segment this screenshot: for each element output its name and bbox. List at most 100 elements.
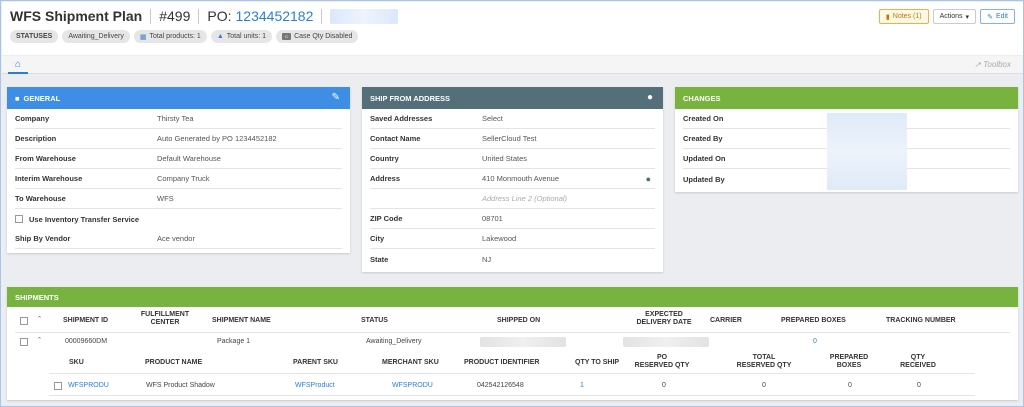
case-qty-badge: C Case Qty Disabled xyxy=(276,30,359,43)
col-sku: SKU xyxy=(69,359,84,366)
city-field[interactable]: Lakewood xyxy=(482,234,516,243)
col-carrier[interactable]: CARRIER xyxy=(710,317,742,325)
divider xyxy=(321,8,323,24)
field-label: To Warehouse xyxy=(15,194,66,203)
prepared-boxes: 0 xyxy=(848,382,852,389)
page-title: WFS Shipment Plan xyxy=(10,8,143,24)
actions-label: Actions xyxy=(939,13,963,20)
sku-link[interactable]: WFSPRODU xyxy=(68,382,109,389)
col-shipped-on[interactable]: SHIPPED ON xyxy=(497,317,540,325)
item-checkbox[interactable] xyxy=(54,382,62,390)
col-qty-to-ship: QTY TO SHIP xyxy=(575,359,620,366)
field-value: Default Warehouse xyxy=(157,154,221,163)
checkbox-label: Use Inventory Transfer Service xyxy=(29,214,140,224)
general-title: GENERAL xyxy=(23,93,61,103)
redacted-field xyxy=(330,8,399,24)
field-label: Saved Addresses xyxy=(370,114,433,123)
product-name: WFS Product Shadow xyxy=(146,382,215,389)
col-fulfillment-center[interactable]: FULFILLMENT CENTER xyxy=(140,311,190,327)
field-label: Ship By Vendor xyxy=(15,234,71,243)
shipments-header: SHIPMENTS xyxy=(7,287,1018,307)
col-product-name: PRODUCT NAME xyxy=(145,359,203,366)
title-row: WFS Shipment Plan #499 PO: 1234452182 xyxy=(10,8,399,24)
field-value[interactable]: SellerCloud Test xyxy=(482,134,536,143)
edit-label: Edit xyxy=(995,13,1008,20)
pencil-icon[interactable]: ✎ xyxy=(332,92,340,103)
note-icon: ▮ xyxy=(885,13,890,21)
field-label: Updated On xyxy=(683,154,726,163)
prepared-boxes-link[interactable]: 0 xyxy=(813,338,817,345)
caret-down-icon: ▾ xyxy=(965,13,970,21)
ship-from-row: Country United States xyxy=(370,149,655,169)
col-product-identifier: PRODUCT IDENTIFIER xyxy=(464,359,540,366)
field-label: Country xyxy=(370,154,399,163)
case-qty-text: Case Qty Disabled xyxy=(294,33,353,40)
chevron-up-icon[interactable]: ˆ xyxy=(38,315,41,325)
divider xyxy=(150,8,152,24)
units-icon: ▲ xyxy=(216,33,224,40)
address-line1-field[interactable]: 410 Monmouth Avenue xyxy=(482,174,559,183)
col-shipment-name[interactable]: SHIPMENT NAME xyxy=(212,317,271,325)
shipments-panel: SHIPMENTS ˆ SHIPMENT ID FULFILLMENT CENT… xyxy=(7,287,1018,400)
field-label: Company xyxy=(15,114,50,123)
general-header: ■ GENERAL ✎ xyxy=(7,87,350,109)
chevron-up-icon[interactable]: ˆ xyxy=(38,336,41,346)
divider xyxy=(198,8,200,24)
qty-received: 0 xyxy=(917,382,921,389)
location-pin-icon[interactable]: ● xyxy=(647,92,653,103)
home-tab[interactable]: ⌂ xyxy=(8,56,28,74)
ship-from-title: SHIP FROM ADDRESS xyxy=(370,93,451,103)
select-all-checkbox[interactable] xyxy=(20,317,28,325)
changes-panel: CHANGES Created On Created By Updated On… xyxy=(675,87,1018,192)
total-products-text: Total products: 1 xyxy=(149,33,201,40)
ship-from-row: City Lakewood xyxy=(370,229,655,249)
col-tracking-number[interactable]: TRACKING NUMBER xyxy=(886,317,956,325)
tab-bar: ⌂ ➚ Toolbox xyxy=(2,56,1023,74)
home-icon: ⌂ xyxy=(14,58,22,70)
ship-from-row: Address 410 Monmouth Avenue ● xyxy=(370,169,655,189)
address-line2-field[interactable]: Address Line 2 (Optional) xyxy=(482,194,567,203)
col-prepared-boxes[interactable]: PREPARED BOXES xyxy=(781,317,846,325)
parent-sku-link[interactable]: WFSProduct xyxy=(295,382,335,389)
divider xyxy=(49,395,975,396)
total-units-text: Total units: 1 xyxy=(226,33,267,40)
general-row: Interim Warehouse Company Truck xyxy=(15,169,342,189)
statuses-label: STATUSES xyxy=(10,30,59,43)
row-checkbox[interactable] xyxy=(20,338,28,346)
field-label: Updated By xyxy=(683,174,725,184)
location-pin-icon[interactable]: ● xyxy=(646,174,651,184)
col-sub-prepared-boxes: PREPARED BOXES xyxy=(829,354,869,369)
redacted-delivery-date xyxy=(623,337,709,347)
merchant-sku-link[interactable]: WFSPRODU xyxy=(392,382,433,389)
divider xyxy=(15,332,1010,333)
field-value: Thirsty Tea xyxy=(157,114,194,123)
col-expected-delivery[interactable]: EXPECTED DELIVERY DATE xyxy=(629,311,699,327)
state-field[interactable]: NJ xyxy=(482,255,491,264)
field-value[interactable]: United States xyxy=(482,154,527,163)
col-status[interactable]: STATUS xyxy=(361,317,388,325)
field-label: Address xyxy=(370,174,401,183)
toolbox-button[interactable]: ➚ Toolbox xyxy=(974,60,1011,69)
inventory-transfer-checkbox[interactable] xyxy=(15,215,23,223)
col-qty-received: QTY RECEIVED xyxy=(900,354,936,369)
po-link[interactable]: 1234452182 xyxy=(236,8,314,24)
field-value[interactable]: Ace vendor xyxy=(157,234,195,243)
field-label: City xyxy=(370,234,385,243)
redacted-values xyxy=(827,113,907,190)
general-row: From Warehouse Default Warehouse xyxy=(15,149,342,169)
field-value: WFS xyxy=(157,194,174,203)
qty-to-ship[interactable]: 1 xyxy=(580,382,584,389)
field-label: Contact Name xyxy=(370,134,421,143)
field-label: From Warehouse xyxy=(15,154,76,163)
zip-field[interactable]: 08701 xyxy=(482,214,503,223)
boxes-icon: ▦ xyxy=(139,33,147,41)
total-products-badge: ▦ Total products: 1 xyxy=(133,30,207,43)
col-shipment-id[interactable]: SHIPMENT ID xyxy=(63,317,108,325)
app-frame: WFS Shipment Plan #499 PO: 1234452182 ▮ … xyxy=(0,0,1024,407)
notes-button[interactable]: ▮ Notes (1) xyxy=(878,9,929,24)
actions-button[interactable]: Actions ▾ xyxy=(932,9,977,24)
saved-addresses-select[interactable]: Select xyxy=(482,114,503,123)
edit-button[interactable]: ✎ Edit xyxy=(980,9,1015,24)
shipment-id: 00009660DM xyxy=(65,338,108,345)
pencil-icon: ✎ xyxy=(987,13,993,21)
